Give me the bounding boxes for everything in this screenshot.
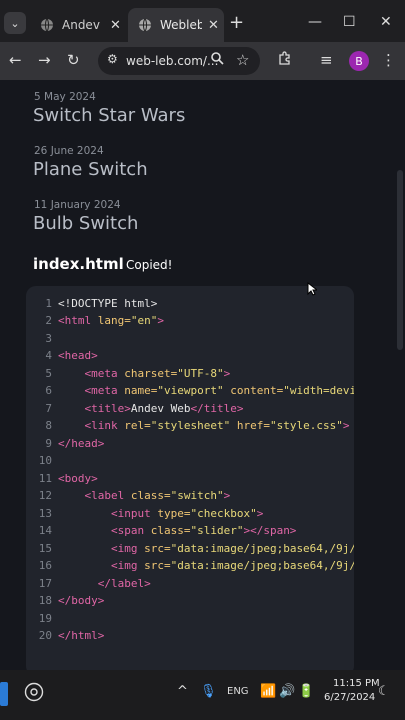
taskbar-app-icon[interactable]: [0, 682, 8, 706]
tab-webleb[interactable]: Webleb ✕: [128, 8, 224, 42]
code-line: 6 <meta name="viewport" content="width=d…: [45, 384, 354, 397]
tab-label: Andev W: [62, 18, 104, 32]
back-icon[interactable]: ←: [9, 51, 22, 69]
code-line: 14 <span class="slider"></span>: [38, 524, 297, 537]
reload-icon[interactable]: ↻: [67, 51, 80, 69]
post-title-link[interactable]: Switch Star Wars: [33, 105, 185, 126]
browser-tab-bar: ⌄ Andev W ✕ Webleb ✕ + — ☐ ✕: [0, 0, 405, 46]
code-line: 16 <img src="data:image/jpeg;base64,/9j/…: [38, 559, 354, 572]
taskbar-clock-time[interactable]: 11:15 PM: [333, 678, 380, 689]
chrome-taskbar-icon[interactable]: [24, 682, 44, 706]
copied-status: Copied!: [126, 258, 173, 272]
post-date: 11 January 2024: [34, 199, 121, 211]
minimize-icon[interactable]: —: [308, 14, 322, 30]
volume-icon[interactable]: 🔊: [279, 684, 295, 699]
code-line: 13 <input type="checkbox">: [38, 507, 264, 520]
post-title-link[interactable]: Bulb Switch: [33, 213, 138, 234]
os-taskbar: ^ 🎙 ENG 📶 🔊 🔋 11:15 PM 6/27/2024 ☾: [0, 670, 405, 720]
tab-close-icon[interactable]: ✕: [208, 18, 219, 33]
page-scrollbar[interactable]: [397, 170, 403, 350]
post-title-link[interactable]: Plane Switch: [33, 159, 148, 180]
extensions-icon[interactable]: [277, 51, 292, 70]
media-controls-icon[interactable]: ≡: [320, 51, 333, 69]
do-not-disturb-moon-icon[interactable]: ☾: [378, 684, 390, 699]
url-text: web-leb.com/...: [126, 54, 219, 68]
tab-andev-web[interactable]: Andev W ✕: [30, 8, 126, 42]
code-line: 11 <body>: [38, 472, 98, 485]
code-line: 1 <!DOCTYPE html>: [45, 297, 158, 310]
code-line: 2 <html lang="en">: [45, 314, 164, 327]
code-line: 15 <img src="data:image/jpeg;base64,/9j/…: [38, 542, 354, 555]
page-content: 5 May 2024 Switch Star Wars 26 June 2024…: [0, 80, 405, 670]
forward-icon[interactable]: →: [38, 51, 51, 69]
code-line: 4 <head>: [45, 349, 98, 362]
code-line: 20 </html>: [38, 629, 105, 642]
mouse-cursor-icon: [307, 282, 317, 296]
zoom-search-icon[interactable]: [210, 51, 224, 69]
code-block: 1 <!DOCTYPE html> 2 <html lang="en"> 3 4 <h…: [26, 286, 354, 670]
code-file-title: index.html: [33, 255, 124, 273]
show-hidden-icons-chevron-icon[interactable]: ^: [177, 684, 188, 699]
code-line: 10: [38, 454, 52, 467]
microphone-icon[interactable]: 🎙: [200, 684, 217, 699]
code-line: 12 <label class="switch">: [38, 489, 231, 502]
close-window-icon[interactable]: ✕: [380, 14, 392, 30]
browser-toolbar: ← → ↻ ⚙ web-leb.com/... ☆ ≡ B ⋮: [0, 42, 405, 80]
wifi-icon[interactable]: 📶: [260, 684, 276, 699]
profile-avatar[interactable]: B: [349, 51, 369, 71]
tab-search-chevron-icon[interactable]: ⌄: [4, 12, 26, 34]
code-line: 8 <link rel="stylesheet" href="style.css…: [45, 419, 350, 432]
menu-kebab-icon[interactable]: ⋮: [381, 51, 396, 69]
code-line: 5 <meta charset="UTF-8">: [45, 367, 231, 380]
new-tab-icon[interactable]: +: [229, 13, 244, 33]
tab-label: Webleb: [160, 18, 202, 32]
post-date: 26 June 2024: [34, 145, 104, 157]
globe-icon: [139, 18, 151, 32]
code-line: 7 <title>Andev Web</title>: [45, 402, 244, 415]
bookmark-star-icon[interactable]: ☆: [236, 51, 249, 69]
battery-icon[interactable]: 🔋: [298, 684, 314, 699]
code-line: 9 </head>: [45, 437, 105, 450]
tab-close-icon[interactable]: ✕: [110, 18, 121, 33]
code-line: 19: [38, 612, 52, 625]
globe-icon: [41, 18, 53, 32]
post-date: 5 May 2024: [34, 91, 96, 103]
language-indicator[interactable]: ENG: [227, 686, 249, 697]
taskbar-clock-date[interactable]: 6/27/2024: [324, 692, 375, 703]
code-line: 3: [45, 332, 52, 345]
maximize-icon[interactable]: ☐: [343, 14, 356, 30]
code-line: 17 </label>: [38, 577, 151, 590]
code-line: 18 </body>: [38, 594, 105, 607]
site-settings-icon[interactable]: ⚙: [107, 52, 118, 66]
